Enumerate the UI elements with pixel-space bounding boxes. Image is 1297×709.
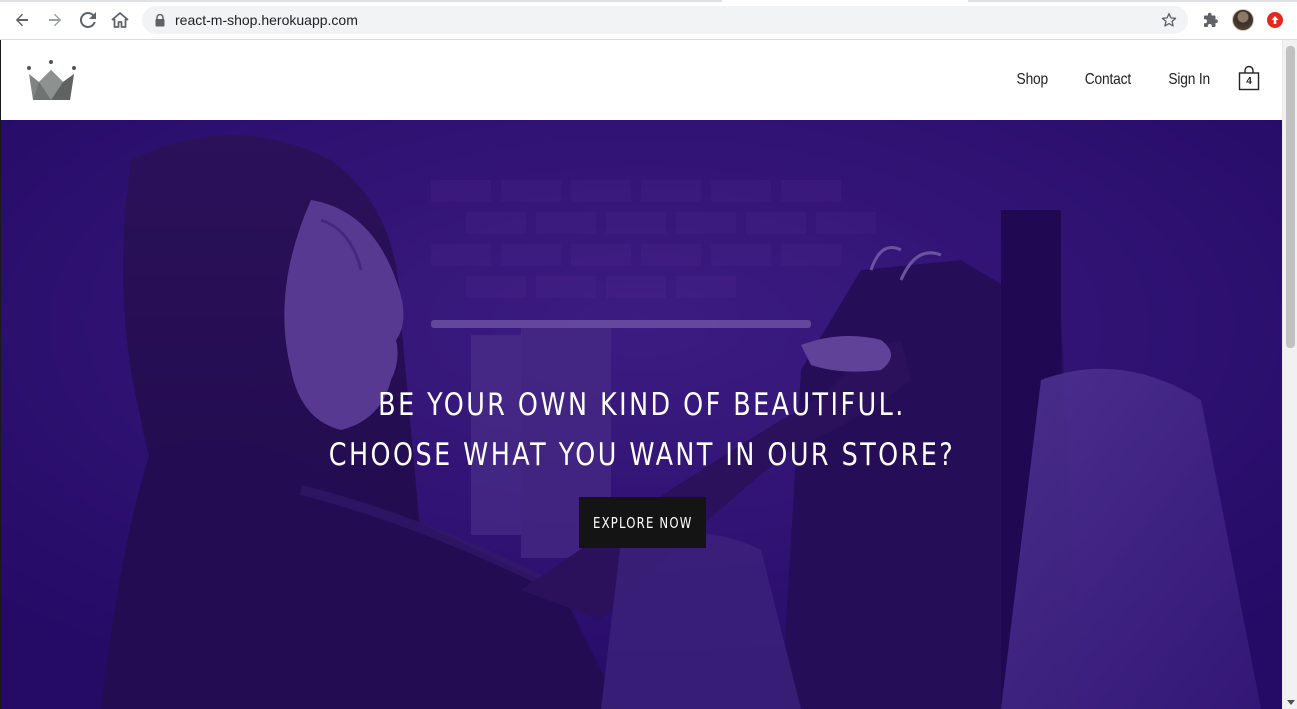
back-button[interactable] — [10, 8, 34, 32]
arrow-left-icon — [15, 13, 28, 27]
puzzle-icon — [1204, 12, 1218, 27]
arrow-right-icon — [49, 13, 62, 27]
star-icon[interactable] — [1160, 11, 1178, 29]
update-arrow-icon — [1267, 12, 1283, 28]
hero-line-2: CHOOSE WHAT YOU WANT IN OUR STORE? — [328, 437, 956, 473]
reload-icon — [80, 12, 96, 28]
scroll-down-icon[interactable] — [1287, 700, 1295, 705]
scrollbar-thumb[interactable] — [1286, 46, 1295, 348]
extensions-button[interactable] — [1199, 8, 1223, 32]
page-scrollbar[interactable] — [1282, 40, 1297, 709]
forward-button[interactable] — [43, 8, 67, 32]
explore-now-button[interactable]: EXPLORE NOW — [579, 497, 706, 548]
page-viewport: Shop Contact Sign In 4 BE YOUR OWN KIND … — [0, 40, 1297, 709]
tab-strip — [0, 0, 1297, 2]
cart-count-badge: 4 — [1246, 76, 1252, 87]
update-button[interactable] — [1263, 8, 1287, 32]
nav-contact-link[interactable]: Contact — [1072, 71, 1144, 89]
site-header: Shop Contact Sign In 4 — [0, 40, 1282, 120]
hero-heading: BE YOUR OWN KIND OF BEAUTIFUL. CHOOSE WH… — [1, 380, 1282, 480]
active-tab-edge — [722, 0, 968, 2]
home-icon — [111, 12, 129, 28]
url-text[interactable]: react-m-shop.herokuapp.com — [175, 11, 358, 29]
hero-banner: BE YOUR OWN KIND OF BEAUTIFUL. CHOOSE WH… — [0, 120, 1282, 709]
explore-now-label: EXPLORE NOW — [592, 513, 693, 532]
cart-button[interactable]: 4 — [1238, 65, 1262, 95]
address-bar[interactable]: react-m-shop.herokuapp.com — [142, 6, 1188, 34]
nav-shop-link[interactable]: Shop — [1004, 71, 1061, 89]
nav-sign-in-link[interactable]: Sign In — [1155, 71, 1222, 89]
lock-icon — [153, 12, 167, 28]
profile-button[interactable] — [1231, 8, 1255, 32]
hero-line-1: BE YOUR OWN KIND OF BEAUTIFUL. — [378, 387, 906, 423]
reload-button[interactable] — [76, 8, 100, 32]
main-nav: Shop Contact Sign In 4 — [999, 65, 1262, 95]
avatar — [1232, 9, 1254, 31]
crown-icon[interactable] — [26, 60, 78, 102]
browser-toolbar: react-m-shop.herokuapp.com — [0, 0, 1297, 40]
home-button[interactable] — [108, 8, 132, 32]
